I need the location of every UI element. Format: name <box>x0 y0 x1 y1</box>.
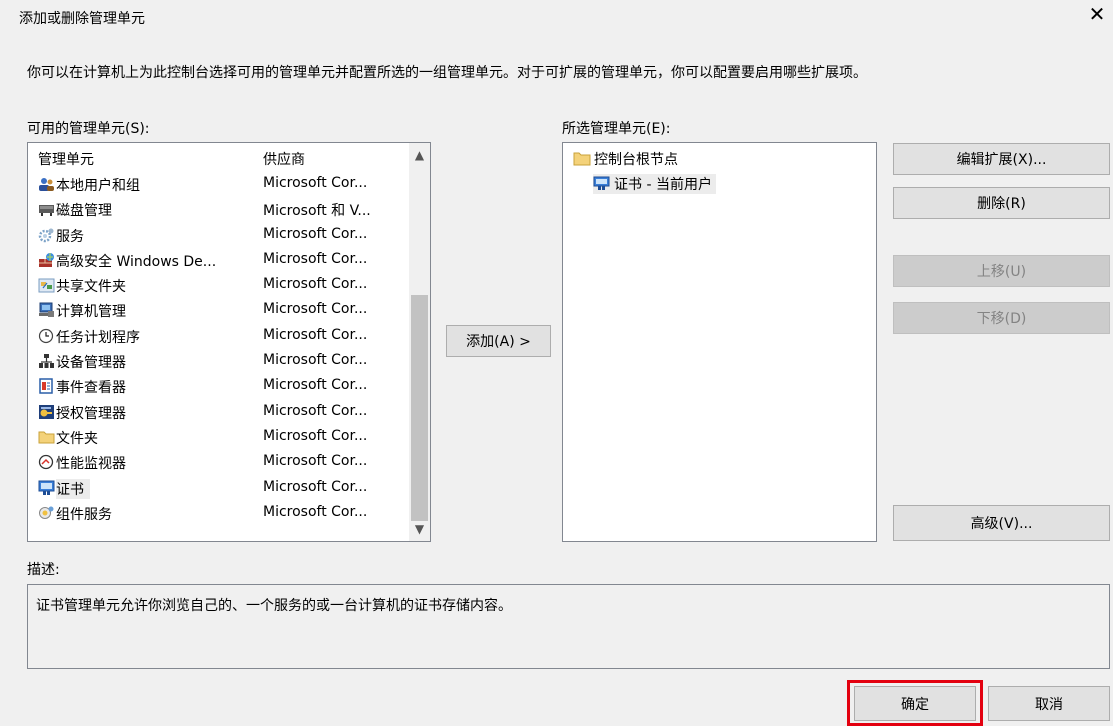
description-text: 证书管理单元允许你浏览自己的、一个服务的或一台计算机的证书存储内容。 <box>36 598 512 614</box>
list-item-vendor: Microsoft Cor... <box>263 326 368 343</box>
list-item[interactable]: 授权管理器 Microsoft Cor... <box>28 400 408 425</box>
list-item[interactable]: 设备管理器 Microsoft Cor... <box>28 349 408 374</box>
list-item-vendor: Microsoft Cor... <box>263 453 368 470</box>
list-item[interactable]: 本地用户和组 Microsoft Cor... <box>28 172 408 197</box>
list-item-vendor: Microsoft Cor... <box>263 276 368 293</box>
list-item-name: 本地用户和组 <box>56 178 140 194</box>
clock-icon <box>38 328 54 343</box>
tree-node-label: 控制台根节点 <box>594 152 678 168</box>
list-item-vendor: Microsoft 和 V... <box>263 203 371 220</box>
list-item-name: 磁盘管理 <box>56 203 112 220</box>
certificate-icon <box>38 480 55 495</box>
tree-node-label: 证书 - 当前用户 <box>614 177 712 193</box>
dialog-title: 添加或删除管理单元 <box>19 11 145 27</box>
list-item-name: 组件服务 <box>56 506 112 523</box>
list-item[interactable]: 任务计划程序 Microsoft Cor... <box>28 324 408 349</box>
authorization-icon <box>39 404 54 419</box>
cancel-button[interactable]: 取消 <box>988 686 1110 721</box>
ok-button[interactable]: 确定 <box>854 686 976 721</box>
list-item-name: 文件夹 <box>56 430 98 447</box>
move-down-button[interactable]: 下移(D) <box>893 302 1110 334</box>
certificate-icon <box>593 176 610 190</box>
list-item-vendor: Microsoft Cor... <box>263 503 368 520</box>
list-item-vendor: Microsoft Cor... <box>263 352 368 369</box>
list-item-vendor: Microsoft Cor... <box>263 427 368 444</box>
tree-node-certificates-user[interactable]: 证书 - 当前用户 <box>593 174 716 194</box>
selected-snapins-tree[interactable]: 控制台根节点 证书 - 当前用户 <box>562 142 877 542</box>
advanced-button[interactable]: 高级(V)... <box>893 505 1110 541</box>
column-header-vendor[interactable]: 供应商 <box>263 149 305 169</box>
list-item-name: 计算机管理 <box>56 304 126 321</box>
list-item[interactable]: 共享文件夹 Microsoft Cor... <box>28 273 408 298</box>
available-snapins-label: 可用的管理单元(S): <box>27 121 150 137</box>
scroll-up-icon[interactable]: ▲ <box>409 145 430 165</box>
users-icon <box>39 178 54 191</box>
list-item-vendor: Microsoft Cor... <box>263 301 368 318</box>
list-item[interactable]: 事件查看器 Microsoft Cor... <box>28 374 408 399</box>
list-item[interactable]: 高级安全 Windows De... Microsoft Cor... <box>28 248 408 273</box>
list-item-vendor: Microsoft Cor... <box>263 250 368 267</box>
computer-management-icon <box>39 302 54 318</box>
list-item-name: 共享文件夹 <box>56 279 126 296</box>
list-item[interactable]: 服务 Microsoft Cor... <box>28 223 408 248</box>
component-services-icon <box>39 506 54 519</box>
list-item-vendor: Microsoft Cor... <box>263 175 368 191</box>
list-item-vendor: Microsoft Cor... <box>263 377 368 394</box>
remove-button[interactable]: 删除(R) <box>893 187 1110 219</box>
add-button[interactable]: 添加(A) > <box>446 325 551 357</box>
list-item-vendor: Microsoft Cor... <box>263 478 368 495</box>
available-snapins-list[interactable]: 管理单元 供应商 本地用户和组 Microsoft Cor... 磁盘管理 Mi… <box>27 142 431 542</box>
device-manager-icon <box>39 354 54 369</box>
list-item-vendor: Microsoft Cor... <box>263 225 368 242</box>
column-header-snapin[interactable]: 管理单元 <box>38 149 94 169</box>
event-viewer-icon <box>39 378 53 395</box>
firewall-icon <box>39 252 54 267</box>
list-item-name: 性能监视器 <box>56 456 126 473</box>
list-item[interactable]: 证书 Microsoft Cor... <box>28 476 408 501</box>
services-gear-icon <box>38 228 54 242</box>
list-item-name: 高级安全 Windows De... <box>56 253 217 270</box>
close-icon[interactable]: ✕ <box>1087 4 1107 24</box>
list-item-name: 授权管理器 <box>56 405 126 422</box>
scroll-thumb[interactable] <box>411 295 428 521</box>
vertical-scrollbar[interactable]: ▲ ▼ <box>409 143 430 541</box>
list-item[interactable]: 组件服务 Microsoft Cor... <box>28 501 408 526</box>
move-up-button[interactable]: 上移(U) <box>893 255 1110 287</box>
list-item[interactable]: 计算机管理 Microsoft Cor... <box>28 298 408 323</box>
intro-text: 你可以在计算机上为此控制台选择可用的管理单元并配置所选的一组管理单元。对于可扩展… <box>27 65 867 81</box>
performance-icon <box>38 455 54 470</box>
list-header: 管理单元 供应商 <box>28 143 408 171</box>
folder-icon <box>573 152 591 166</box>
folder-icon <box>38 431 55 444</box>
list-item-name: 任务计划程序 <box>56 329 140 346</box>
scroll-down-icon[interactable]: ▼ <box>409 519 430 539</box>
tree-node-console-root[interactable]: 控制台根节点 <box>573 149 678 169</box>
selected-snapins-label: 所选管理单元(E): <box>562 121 671 137</box>
shared-folder-icon <box>38 278 55 293</box>
list-item-name: 服务 <box>56 228 84 245</box>
description-box: 证书管理单元允许你浏览自己的、一个服务的或一台计算机的证书存储内容。 <box>27 584 1110 669</box>
disk-icon <box>39 205 54 217</box>
list-item[interactable]: 性能监视器 Microsoft Cor... <box>28 450 408 475</box>
available-rows: 本地用户和组 Microsoft Cor... 磁盘管理 Microsoft 和… <box>28 172 408 526</box>
edit-extensions-button[interactable]: 编辑扩展(X)... <box>893 143 1110 175</box>
list-item[interactable]: 文件夹 Microsoft Cor... <box>28 425 408 450</box>
description-label: 描述: <box>27 562 60 578</box>
list-item[interactable]: 磁盘管理 Microsoft 和 V... <box>28 197 408 222</box>
list-item-name: 事件查看器 <box>56 380 126 397</box>
list-item-vendor: Microsoft Cor... <box>263 402 368 419</box>
list-item-name: 设备管理器 <box>56 355 126 372</box>
list-item-name: 证书 <box>56 478 90 499</box>
